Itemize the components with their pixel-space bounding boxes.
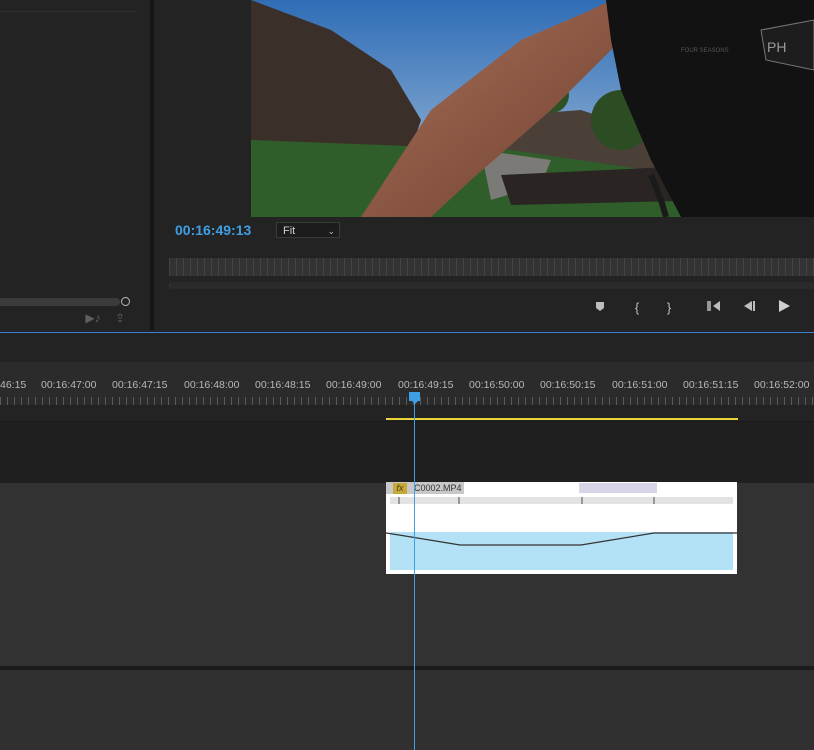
mark-in-icon[interactable]: {: [630, 300, 644, 316]
program-time-ruler[interactable]: [169, 258, 814, 276]
ruler-tick-label: 00:16:50:00: [469, 379, 525, 391]
source-monitor-panel: [0, 0, 150, 330]
volume-rubber-band[interactable]: [386, 482, 737, 574]
source-scrub-handle[interactable]: [121, 297, 130, 306]
zoom-level-select[interactable]: Fit ⌄: [276, 222, 340, 238]
add-marker-icon[interactable]: [593, 300, 607, 316]
video-track[interactable]: [0, 421, 814, 482]
audio-clip[interactable]: fx C0002.MP4: [386, 482, 737, 574]
audio-track-3[interactable]: [0, 670, 814, 750]
ruler-tick-label: 00:16:48:15: [255, 379, 311, 391]
svg-text:PH: PH: [767, 39, 786, 55]
program-zoom-scrollbar[interactable]: [169, 282, 814, 289]
source-divider: [0, 11, 137, 12]
mark-out-icon[interactable]: }: [662, 300, 676, 316]
program-video-frame: PH FOUR SEASONS: [251, 0, 814, 217]
ruler-tick-label: 00:16:47:15: [112, 379, 168, 391]
ruler-tick-label: 00:16:48:00: [184, 379, 240, 391]
source-scrub-bar[interactable]: [0, 298, 120, 306]
ruler-tick-label: 46:15: [0, 379, 27, 391]
ruler-tick-label: 00:16:51:15: [683, 379, 739, 391]
zoom-level-value: Fit: [283, 225, 296, 237]
ruler-tick-label: 00:16:52:00: [754, 379, 810, 391]
step-back-icon[interactable]: [740, 300, 758, 316]
video-frame-image: PH FOUR SEASONS: [251, 0, 814, 217]
ruler-tick-label: 00:16:47:00: [41, 379, 97, 391]
insert-icon[interactable]: ▶♪: [84, 311, 102, 325]
chevron-down-icon: ⌄: [327, 226, 335, 236]
program-timecode[interactable]: 00:16:49:13: [175, 222, 251, 238]
ruler-ticks: [0, 397, 814, 405]
work-area-bar[interactable]: [386, 418, 738, 420]
export-frame-icon[interactable]: ⇪: [111, 311, 129, 325]
ruler-tick-label: 00:16:49:15: [398, 379, 454, 391]
playhead-tip: [411, 400, 419, 404]
ruler-tick-label: 00:16:49:00: [326, 379, 382, 391]
audio-track-2[interactable]: [0, 575, 814, 666]
ruler-tick-label: 00:16:51:00: [612, 379, 668, 391]
svg-text:FOUR SEASONS: FOUR SEASONS: [681, 48, 729, 54]
go-to-in-icon[interactable]: [705, 300, 723, 316]
play-icon[interactable]: [776, 300, 792, 316]
playhead-line[interactable]: [414, 393, 415, 750]
ruler-tick-label: 00:16:50:15: [540, 379, 596, 391]
